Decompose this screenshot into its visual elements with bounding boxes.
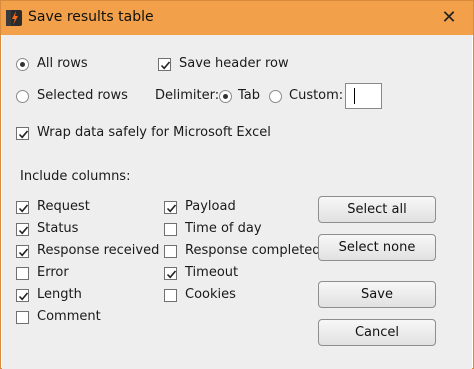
checkmark-icon xyxy=(18,292,29,301)
column-checkbox[interactable] xyxy=(16,267,29,280)
selected-rows-label: Selected rows xyxy=(37,88,128,103)
column-label: Payload xyxy=(185,199,236,214)
custom-delimiter-radio[interactable] xyxy=(269,90,282,103)
checkmark-icon xyxy=(160,61,171,70)
column-label: Request xyxy=(37,199,90,214)
column-checkbox[interactable] xyxy=(16,201,29,214)
save-button[interactable]: Save xyxy=(318,281,436,308)
selected-rows-radio[interactable] xyxy=(16,90,29,103)
include-columns-heading: Include columns: xyxy=(20,169,131,184)
checkmark-icon xyxy=(166,270,177,279)
select-all-button[interactable]: Select all xyxy=(318,196,436,223)
column-checkbox[interactable] xyxy=(164,201,177,214)
save-results-dialog: Save results table ✕ All rows Selected r… xyxy=(0,0,474,369)
tab-delimiter-radio[interactable] xyxy=(219,90,232,103)
cancel-button[interactable]: Cancel xyxy=(318,319,436,346)
wrap-excel-checkbox[interactable] xyxy=(16,127,29,140)
column-label: Length xyxy=(37,287,82,302)
wrap-excel-label: Wrap data safely for Microsoft Excel xyxy=(37,125,271,140)
column-label: Error xyxy=(37,265,69,280)
tab-delimiter-label: Tab xyxy=(238,88,261,103)
column-label: Cookies xyxy=(185,287,236,302)
checkmark-icon xyxy=(166,204,177,213)
select-none-button[interactable]: Select none xyxy=(318,234,436,261)
column-checkbox[interactable] xyxy=(16,223,29,236)
app-icon xyxy=(6,10,22,26)
checkmark-icon xyxy=(18,204,29,213)
all-rows-radio[interactable] xyxy=(16,58,29,71)
column-checkbox[interactable] xyxy=(164,223,177,236)
column-label: Comment xyxy=(37,309,101,324)
column-label: Response received xyxy=(37,243,160,258)
all-rows-label: All rows xyxy=(37,56,88,71)
dialog-content: All rows Selected rows Save header row D… xyxy=(2,35,472,369)
column-checkbox[interactable] xyxy=(16,289,29,302)
column-checkbox[interactable] xyxy=(164,267,177,280)
checkmark-icon xyxy=(18,248,29,257)
column-checkbox[interactable] xyxy=(16,311,29,324)
column-checkbox[interactable] xyxy=(164,289,177,302)
custom-delimiter-input[interactable] xyxy=(345,83,382,109)
column-checkbox[interactable] xyxy=(164,245,177,258)
custom-delimiter-label: Custom: xyxy=(289,88,344,103)
checkmark-icon xyxy=(18,226,29,235)
column-label: Status xyxy=(37,221,79,236)
title-bar[interactable]: Save results table ✕ xyxy=(1,1,473,35)
checkmark-icon xyxy=(18,130,29,139)
column-label: Time of day xyxy=(185,221,262,236)
window-title: Save results table xyxy=(28,9,154,25)
close-button[interactable]: ✕ xyxy=(438,7,460,29)
save-header-row-checkbox[interactable] xyxy=(158,58,171,71)
delimiter-label: Delimiter: xyxy=(155,88,220,103)
save-header-row-label: Save header row xyxy=(179,56,289,71)
column-checkbox[interactable] xyxy=(16,245,29,258)
column-label: Timeout xyxy=(185,265,239,280)
column-label: Response completed xyxy=(185,243,321,258)
